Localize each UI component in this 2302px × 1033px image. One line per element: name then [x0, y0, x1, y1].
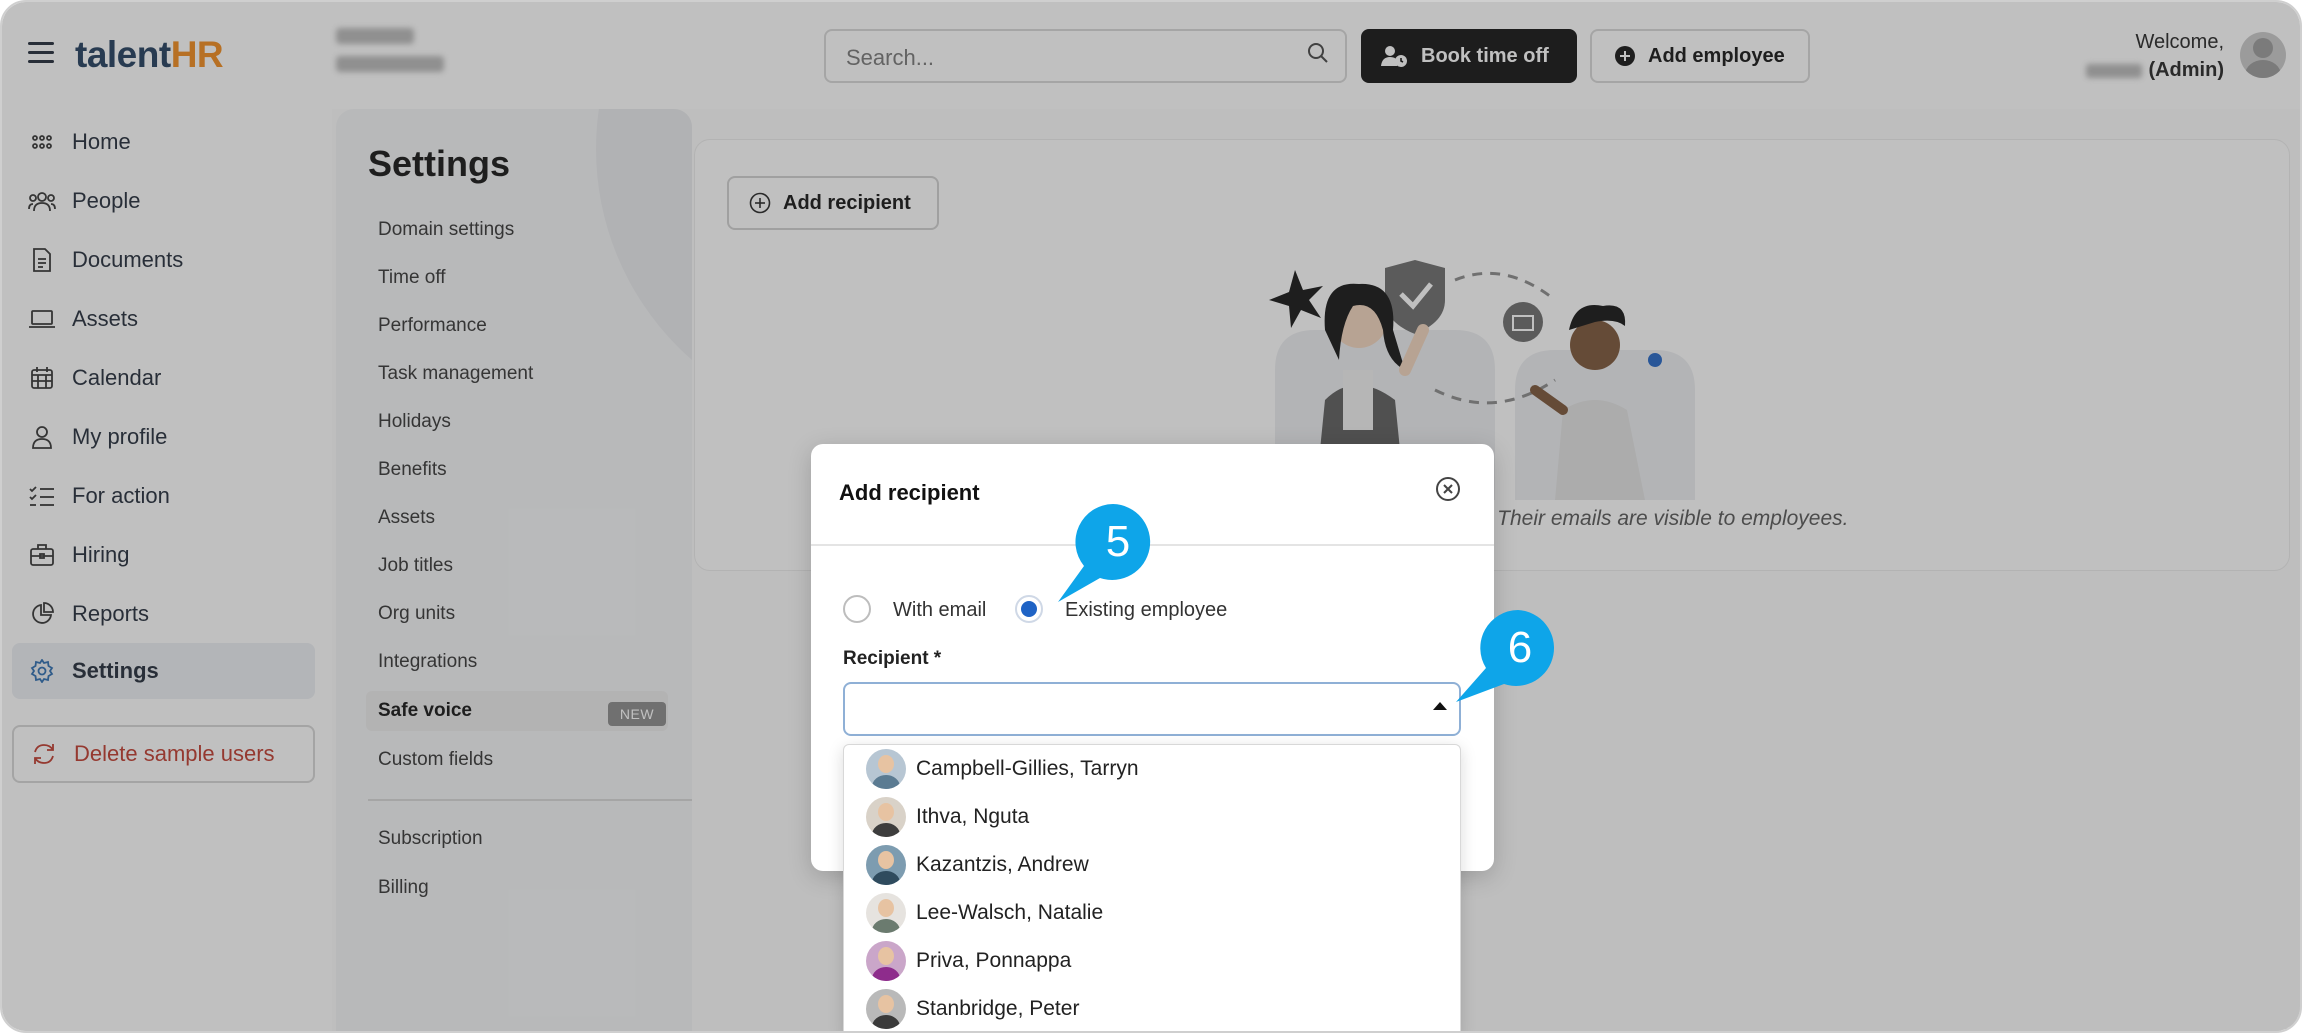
recipient-option-label: Stanbridge, Peter	[916, 997, 1080, 1020]
recipient-option[interactable]: Kazantzis, Andrew	[844, 841, 1460, 889]
modal-title: Add recipient	[839, 480, 980, 505]
step-callout-6-number: 6	[1508, 623, 1532, 672]
step-callout-5-number: 5	[1106, 517, 1130, 566]
recipient-option-label: Priva, Ponnappa	[916, 949, 1072, 972]
step-callout-5: 5	[1058, 504, 1151, 602]
recipient-option[interactable]: Ithva, Nguta	[844, 793, 1460, 841]
avatar	[866, 845, 906, 885]
radio-with-email[interactable]	[843, 595, 871, 623]
recipient-select[interactable]	[843, 682, 1461, 736]
recipient-field-label: Recipient *	[843, 648, 942, 669]
recipient-option-label: Ithva, Nguta	[916, 805, 1030, 828]
recipient-option[interactable]: Campbell-Gillies, Tarryn	[844, 745, 1460, 793]
recipient-dropdown-list: Campbell-Gillies, Tarryn Ithva, Nguta Ka…	[843, 744, 1461, 1031]
radio-with-email-label[interactable]: With email	[893, 599, 986, 622]
avatar	[866, 749, 906, 789]
avatar	[866, 797, 906, 837]
recipient-option[interactable]: Lee-Walsch, Natalie	[844, 889, 1460, 937]
recipient-option[interactable]: Stanbridge, Peter	[844, 985, 1460, 1031]
avatar	[866, 941, 906, 981]
avatar	[866, 893, 906, 933]
recipient-option-label: Kazantzis, Andrew	[916, 853, 1089, 876]
radio-existing-employee[interactable]	[1015, 595, 1043, 623]
step-callout-6: 6	[1456, 610, 1555, 702]
close-icon[interactable]	[1435, 476, 1461, 502]
avatar	[866, 989, 906, 1029]
recipient-option-label: Lee-Walsch, Natalie	[916, 901, 1104, 924]
app-window: talentHR Search... Book time off Add emp…	[0, 0, 2302, 1033]
recipient-option[interactable]: Priva, Ponnappa	[844, 937, 1460, 985]
recipient-option-label: Campbell-Gillies, Tarryn	[916, 757, 1139, 780]
